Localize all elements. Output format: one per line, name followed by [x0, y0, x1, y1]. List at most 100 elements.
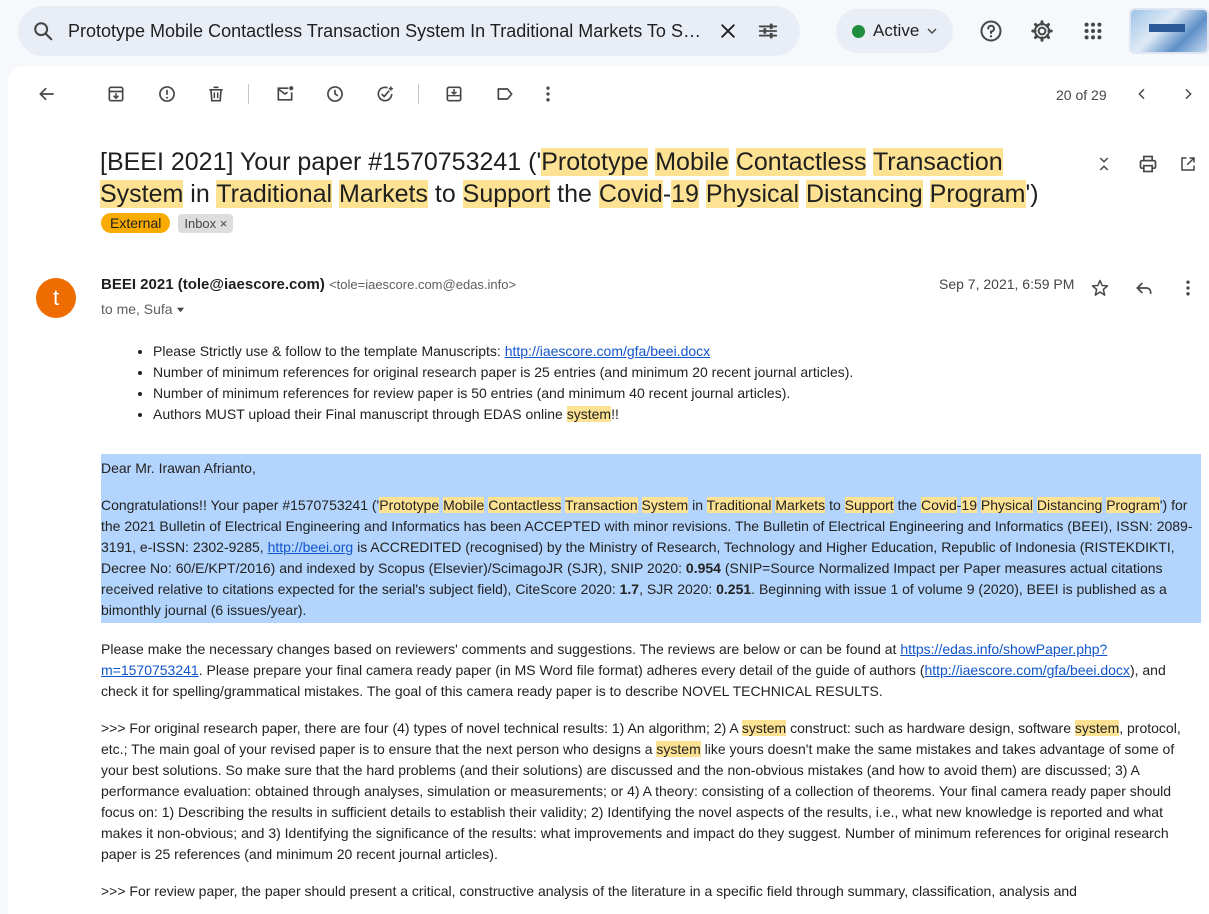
delete-trash-icon[interactable]: [200, 78, 232, 110]
list-item: Number of minimum references for origina…: [153, 362, 1201, 383]
status-selector[interactable]: Active: [836, 9, 954, 53]
inbox-label-text: Inbox: [184, 215, 217, 231]
sender-line: BEEI 2021 (tole@iaescore.com) <tole=iaes…: [101, 276, 516, 293]
selected-text-block: Dear Mr. Irawan Afrianto, Congratulation…: [101, 454, 1201, 623]
search-highlight: system: [566, 406, 612, 422]
print-icon[interactable]: [1132, 148, 1164, 180]
recipients-toggle[interactable]: to me, Sufa: [101, 301, 185, 317]
search-highlight: system: [741, 720, 787, 736]
avatar-logo-mark: [1149, 24, 1185, 32]
search-highlight: Distancing: [805, 180, 923, 208]
search-highlight: Transaction: [872, 148, 1003, 176]
subject-text: in: [183, 180, 217, 208]
subject-text: [923, 180, 930, 208]
report-spam-icon[interactable]: [151, 78, 183, 110]
collapse-all-icon[interactable]: [1088, 148, 1120, 180]
search-highlight: Physical: [980, 497, 1034, 513]
subject-text: [699, 180, 706, 208]
list-item: Please Strictly use & follow to the temp…: [153, 341, 1201, 362]
apps-grid-icon[interactable]: [1074, 12, 1112, 50]
email-body: Please Strictly use & follow to the temp…: [101, 341, 1201, 902]
template-link[interactable]: http://iaescore.com/gfa/beei.docx: [505, 343, 710, 359]
sender-name[interactable]: BEEI 2021 (tole@iaescore.com): [101, 276, 325, 293]
search-highlight: Contactless: [488, 497, 562, 513]
subject-text: in: [688, 497, 707, 513]
newer-chevron-left-icon[interactable]: [1126, 78, 1158, 110]
remove-label-icon[interactable]: ×: [220, 216, 228, 231]
pagination-count: 20 of 29: [1056, 87, 1107, 103]
sender-avatar[interactable]: t: [36, 278, 76, 318]
subject-text: the: [893, 497, 921, 513]
top-bar: Active: [0, 0, 1209, 62]
settings-gear-icon[interactable]: [1023, 12, 1061, 50]
search-highlight: Traditional: [706, 497, 772, 513]
search-options-icon[interactable]: [748, 11, 788, 51]
search-input[interactable]: [68, 20, 708, 42]
toolbar-divider: [418, 84, 419, 104]
older-chevron-right-icon[interactable]: [1172, 78, 1204, 110]
subject-text: [866, 148, 873, 176]
help-icon[interactable]: [972, 12, 1010, 50]
search-highlight: Physical: [705, 180, 799, 208]
archive-icon[interactable]: [100, 78, 132, 110]
search-highlight: Support: [462, 180, 551, 208]
subject-text: [332, 180, 339, 208]
move-to-icon[interactable]: [438, 78, 470, 110]
congratulations-paragraph: Congratulations!! Your paper #1570753241…: [101, 497, 1193, 618]
search-highlight: 19: [961, 497, 977, 513]
subject-text: [638, 497, 642, 513]
account-avatar[interactable]: [1129, 8, 1209, 54]
star-icon[interactable]: [1084, 272, 1116, 304]
list-item: Authors MUST upload their Final manuscri…: [153, 404, 1201, 425]
external-label: External: [101, 213, 171, 233]
search-highlight: Mobile: [443, 497, 485, 513]
toolbar-divider: [248, 84, 249, 104]
search-highlight: system: [1074, 720, 1120, 736]
subject-text: [BEEI 2021] Your paper #1570753241 (': [100, 148, 542, 176]
search-highlight: Covid: [598, 180, 663, 208]
search-icon[interactable]: [18, 20, 68, 42]
search-highlight: Distancing: [1036, 497, 1103, 513]
citescore-value: 1.7: [619, 581, 640, 597]
list-item: Number of minimum references for review …: [153, 383, 1201, 404]
search-highlight: Mobile: [655, 148, 729, 176]
subject-text: the: [550, 180, 599, 208]
search-highlight: Prototype: [541, 148, 649, 176]
notice-list: Please Strictly use & follow to the temp…: [153, 341, 1201, 425]
author-guide-link[interactable]: http://iaescore.com/gfa/beei.docx: [924, 662, 1129, 678]
search-highlight: Covid: [920, 497, 957, 513]
back-arrow-icon[interactable]: [31, 78, 63, 110]
search-highlight: Program: [929, 180, 1026, 208]
search-highlight: Markets: [339, 180, 428, 208]
open-new-window-icon[interactable]: [1172, 148, 1204, 180]
subject-text: to: [427, 180, 463, 208]
paper-title-inline: Prototype Mobile Contactless Transaction…: [379, 497, 1160, 513]
snip-value: 0.954: [685, 560, 721, 576]
search-bar[interactable]: [18, 6, 800, 56]
original-research-paragraph: >>> For original research paper, there a…: [101, 720, 1181, 862]
search-highlight: System: [641, 497, 689, 513]
beei-link[interactable]: http://beei.org: [268, 539, 354, 555]
mark-unread-icon[interactable]: [269, 78, 301, 110]
search-highlight: Prototype: [379, 497, 440, 513]
chevron-down-icon: [927, 28, 937, 34]
changes-paragraph: Please make the necessary changes based …: [101, 641, 1166, 699]
message-more-icon[interactable]: [1172, 272, 1204, 304]
email-date: Sep 7, 2021, 6:59 PM: [939, 276, 1075, 292]
greeting: Dear Mr. Irawan Afrianto,: [101, 460, 256, 476]
search-highlight: Transaction: [565, 497, 638, 513]
subject-text: [729, 148, 736, 176]
subject-text: -: [662, 180, 672, 208]
search-highlight: 19: [671, 180, 699, 208]
reply-arrow-icon[interactable]: [1128, 272, 1160, 304]
recipients-text: to me, Sufa: [101, 301, 173, 317]
add-task-icon[interactable]: [369, 78, 401, 110]
search-highlight: Support: [844, 497, 894, 513]
snooze-clock-icon[interactable]: [319, 78, 351, 110]
review-paragraph: >>> For review paper, the paper should p…: [101, 883, 1077, 899]
inbox-label[interactable]: Inbox ×: [178, 213, 234, 233]
more-vertical-icon[interactable]: [532, 78, 564, 110]
label-tag-icon[interactable]: [489, 78, 521, 110]
clear-search-icon[interactable]: [708, 11, 748, 51]
search-highlight: Program: [1106, 497, 1160, 513]
